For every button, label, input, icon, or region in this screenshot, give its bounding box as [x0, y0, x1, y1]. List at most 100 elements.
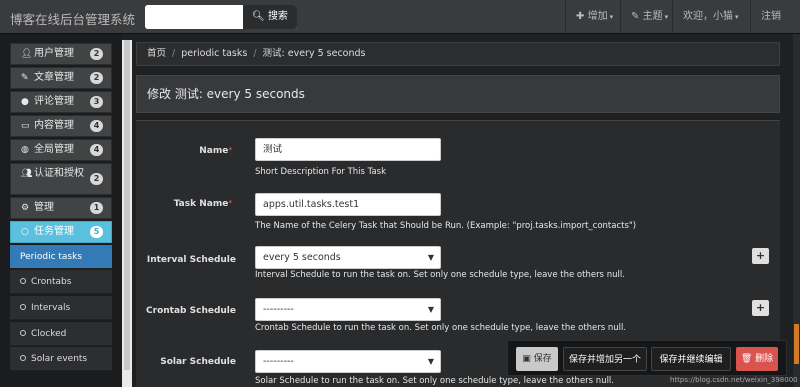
- subitem-label: Crontabs: [31, 277, 72, 287]
- sidebar-item-label: 用户管理: [34, 48, 74, 59]
- circle-icon: ○: [21, 227, 29, 237]
- required-marker: *: [228, 199, 232, 207]
- caret-down-icon: ▾: [609, 13, 614, 21]
- crontab-select-value: ---------: [263, 304, 294, 315]
- count-badge: 1: [90, 202, 103, 214]
- search-button-label: 搜索: [267, 11, 288, 22]
- sidebar-item-label: 管理: [34, 202, 54, 213]
- count-badge: 3: [90, 96, 103, 108]
- page-title-panel: 修改 测试: every 5 seconds: [136, 75, 780, 113]
- circle-icon: [20, 304, 26, 310]
- user-icon: 👤︎: [21, 49, 33, 59]
- theme-menu[interactable]: ✎ 主题 ▾: [620, 0, 678, 34]
- crontab-select[interactable]: --------- ▼: [255, 298, 441, 321]
- interval-label: Interval Schedule: [146, 255, 236, 265]
- subitem-label: Intervals: [31, 303, 71, 313]
- sidebar-item-content-management[interactable]: ▭ 内容管理 4: [10, 115, 112, 137]
- circle-icon: [20, 278, 26, 284]
- sidebar-item-label: 文章管理: [34, 72, 74, 83]
- save-add-label: 保存并增加另一个: [568, 355, 641, 365]
- sidebar-subitem-periodic-tasks[interactable]: Periodic tasks: [10, 245, 112, 269]
- interval-help: Interval Schedule to run the task on. Se…: [255, 270, 625, 280]
- window-icon: ▭: [21, 121, 30, 131]
- task-name-help: The Name of the Celery Task that Should …: [255, 221, 637, 231]
- task-name-label-text: Task Name: [173, 199, 229, 209]
- count-badge: 5: [90, 226, 103, 238]
- sidebar-item-global-management[interactable]: ◍ 全局管理 4: [10, 139, 112, 161]
- caret-down-icon: ▼: [427, 305, 434, 314]
- save-continue-button[interactable]: 保存并继续编辑: [651, 347, 731, 371]
- save-continue-label: 保存并继续编辑: [659, 355, 723, 365]
- logout-label: 注销: [761, 11, 781, 22]
- name-field[interactable]: 测试: [255, 138, 441, 161]
- crontab-label: Crontab Schedule: [146, 306, 236, 316]
- trash-icon: 🗑︎: [740, 354, 753, 364]
- save-button[interactable]: ▣ 保存: [516, 347, 558, 371]
- name-help: Short Description For This Task: [255, 167, 387, 177]
- sidebar-subitem-crontabs[interactable]: Crontabs: [10, 270, 112, 294]
- breadcrumb-separator: /: [253, 48, 257, 59]
- sidebar-subitem-clocked[interactable]: Clocked: [10, 322, 112, 346]
- sidebar-item-label: 认证和授权: [34, 168, 84, 179]
- circle-icon: [20, 330, 26, 336]
- sidebar-item-label: 全局管理: [34, 144, 74, 155]
- form-action-bar: ▣ 保存 保存并增加另一个 保存并继续编辑 🗑︎ 删除: [507, 340, 787, 376]
- add-interval-button[interactable]: +: [752, 248, 769, 264]
- sidebar-item-comment-management[interactable]: ● 评论管理 3: [10, 91, 112, 113]
- plus-icon: ✚: [576, 11, 585, 22]
- task-name-field[interactable]: apps.util.tasks.test1: [255, 193, 441, 216]
- save-add-another-button[interactable]: 保存并增加另一个: [563, 347, 647, 371]
- add-crontab-button[interactable]: +: [752, 300, 769, 316]
- add-menu[interactable]: ✚ 增加 ▾: [565, 0, 623, 34]
- task-name-field-value: apps.util.tasks.test1: [263, 199, 360, 210]
- sidebar-scrollbar[interactable]: [122, 40, 132, 387]
- solar-select[interactable]: --------- ▼: [255, 350, 441, 373]
- name-field-value: 测试: [263, 144, 283, 155]
- sidebar-item-auth[interactable]: 👥︎ 认证和授权 2: [10, 163, 112, 195]
- welcome-text: 欢迎，小猫: [683, 11, 733, 22]
- sidebar-item-admin[interactable]: ⚙ 管理 1: [10, 197, 112, 219]
- page-scrollbar[interactable]: [793, 34, 800, 387]
- search-input[interactable]: [145, 5, 243, 29]
- caret-down-icon: ▾: [735, 13, 739, 21]
- task-name-label: Task Name*: [122, 199, 232, 209]
- sidebar-item-label: 任务管理: [34, 226, 74, 237]
- theme-menu-label: 主题: [642, 11, 663, 22]
- page-title: 修改 测试: every 5 seconds: [147, 87, 305, 101]
- sidebar-subitem-intervals[interactable]: Intervals: [10, 296, 112, 320]
- breadcrumb-current: 测试: every 5 seconds: [262, 48, 366, 59]
- search-button[interactable]: 🔍︎ 搜索: [243, 5, 297, 29]
- caret-down-icon: ▼: [427, 253, 434, 262]
- subitem-label: Clocked: [31, 329, 67, 339]
- count-badge: 2: [90, 72, 103, 84]
- interval-select-value: every 5 seconds: [263, 252, 341, 263]
- breadcrumb-separator: /: [172, 48, 176, 59]
- logout-link[interactable]: 注销: [750, 0, 791, 34]
- count-badge: 2: [90, 48, 103, 60]
- wrench-icon: ✎: [631, 11, 640, 22]
- edit-icon: ✎: [21, 73, 29, 83]
- name-label-text: Name: [199, 146, 229, 156]
- delete-button[interactable]: 🗑︎ 删除: [736, 347, 778, 371]
- interval-select[interactable]: every 5 seconds ▼: [255, 246, 441, 269]
- sidebar-item-user-management[interactable]: 👤︎ 用户管理 2: [10, 43, 112, 65]
- breadcrumb-section[interactable]: periodic tasks: [181, 48, 247, 59]
- breadcrumb-home[interactable]: 首页: [147, 48, 166, 59]
- sidebar-item-label: 评论管理: [34, 96, 74, 107]
- scrollbar-thumb[interactable]: [794, 324, 799, 364]
- name-label: Name*: [122, 146, 232, 156]
- sidebar-subitem-solar-events[interactable]: Solar events: [10, 347, 112, 371]
- sidebar-item-task-management[interactable]: ○ 任务管理 5: [10, 221, 112, 243]
- circle-icon: [20, 355, 26, 361]
- sidebar-item-article-management[interactable]: ✎ 文章管理 2: [10, 67, 112, 89]
- caret-down-icon: ▼: [427, 357, 434, 366]
- top-navbar: 博客在线后台管理系统 🔍︎ 搜索 ✚ 增加 ▾ ✎ 主题 ▾ 欢迎，小猫 ▾ 注销: [0, 0, 800, 34]
- caret-down-icon: ▾: [664, 13, 669, 21]
- subitem-label: Periodic tasks: [20, 252, 83, 262]
- solar-label: Solar Schedule: [160, 357, 236, 367]
- user-menu[interactable]: 欢迎，小猫 ▾: [672, 0, 749, 34]
- breadcrumb: 首页 / periodic tasks / 测试: every 5 seconds: [136, 42, 780, 66]
- users-icon: 👥︎: [21, 169, 33, 179]
- brand-title[interactable]: 博客在线后台管理系统: [10, 9, 135, 28]
- solar-select-value: ---------: [263, 356, 294, 367]
